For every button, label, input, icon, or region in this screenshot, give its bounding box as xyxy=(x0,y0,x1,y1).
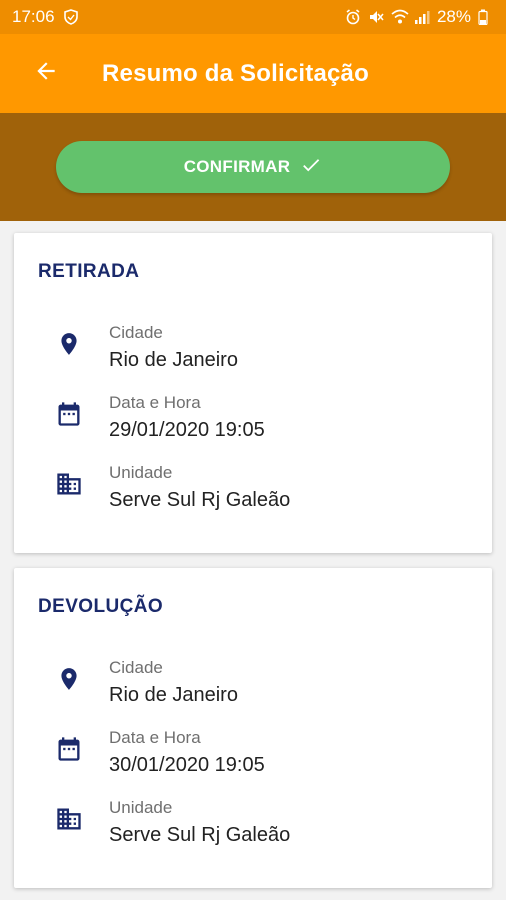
location-pin-icon xyxy=(54,329,84,359)
status-left: 17:06 xyxy=(12,7,79,27)
datetime-label: Data e Hora xyxy=(109,728,201,747)
city-value: Rio de Janeiro xyxy=(109,349,238,371)
devolucao-card: DEVOLUÇÃO Cidade Rio de Janeiro Data e H… xyxy=(14,568,492,888)
arrow-back-icon xyxy=(33,58,59,89)
confirm-button[interactable]: CONFIRMAR xyxy=(56,141,450,193)
check-icon xyxy=(300,154,322,181)
battery-icon xyxy=(478,9,494,26)
city-label: Cidade xyxy=(109,323,163,342)
confirm-band: CONFIRMAR xyxy=(0,113,506,221)
unit-label: Unidade xyxy=(109,798,173,817)
unit-label: Unidade xyxy=(109,463,173,482)
datetime-value: 29/01/2020 19:05 xyxy=(109,419,265,441)
unit-value: Serve Sul Rj Galeão xyxy=(109,824,291,846)
building-icon xyxy=(54,469,84,499)
city-label: Cidade xyxy=(109,658,163,677)
back-button[interactable] xyxy=(18,46,74,102)
status-bar: 17:06 28% xyxy=(0,0,506,34)
wifi-icon xyxy=(391,9,409,25)
battery-percent: 28% xyxy=(436,7,471,26)
status-right: 28% xyxy=(345,7,494,27)
city-value: Rio de Janeiro xyxy=(109,684,238,706)
calendar-icon xyxy=(54,399,84,429)
confirm-label: CONFIRMAR xyxy=(183,157,291,176)
shield-icon xyxy=(63,9,79,25)
datetime-label: Data e Hora xyxy=(109,393,201,412)
page-title: Resumo da Solicitação xyxy=(102,59,369,87)
mute-icon xyxy=(368,9,384,25)
retirada-city-row: Cidade Rio de Janeiro xyxy=(14,323,492,387)
datetime-value: 30/01/2020 19:05 xyxy=(109,754,265,776)
devolucao-unit-row: Unidade Serve Sul Rj Galeão xyxy=(14,798,492,862)
unit-value: Serve Sul Rj Galeão xyxy=(109,489,291,511)
signal-icon xyxy=(414,9,430,25)
devolucao-datetime-row: Data e Hora 30/01/2020 19:05 xyxy=(14,728,492,792)
devolucao-city-row: Cidade Rio de Janeiro xyxy=(14,658,492,722)
location-pin-icon xyxy=(54,664,84,694)
retirada-card: RETIRADA Cidade Rio de Janeiro Data e Ho… xyxy=(14,233,492,553)
calendar-icon xyxy=(54,734,84,764)
retirada-unit-row: Unidade Serve Sul Rj Galeão xyxy=(14,463,492,527)
alarm-icon xyxy=(345,9,361,25)
devolucao-title: DEVOLUÇÃO xyxy=(38,596,163,617)
retirada-datetime-row: Data e Hora 29/01/2020 19:05 xyxy=(14,393,492,457)
retirada-title: RETIRADA xyxy=(38,261,140,282)
building-icon xyxy=(54,804,84,834)
app-bar: Resumo da Solicitação xyxy=(0,34,506,113)
status-time: 17:06 xyxy=(12,7,55,26)
